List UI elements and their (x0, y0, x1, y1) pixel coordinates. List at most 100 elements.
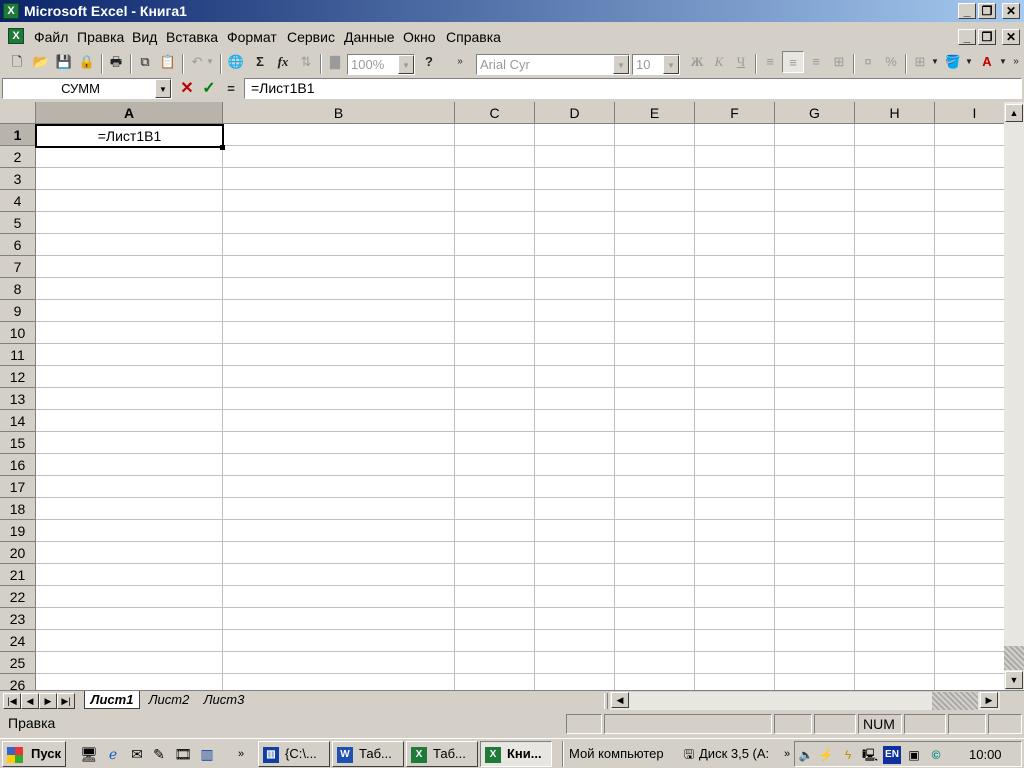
row-header[interactable]: 14 (0, 410, 36, 432)
address-label[interactable]: Мой компьютер (569, 746, 664, 761)
align-right-icon[interactable]: ≡ (805, 51, 827, 73)
doc-minimize-button[interactable]: _ (958, 29, 976, 45)
column-header-G[interactable]: G (775, 102, 855, 124)
chevron-down-icon[interactable]: ▼ (398, 55, 414, 74)
first-sheet-icon[interactable]: |◀ (3, 693, 21, 709)
media-icon[interactable]: 🎞 (174, 745, 192, 763)
chevron-down-icon[interactable]: ▼ (155, 79, 171, 98)
borders-dropdown-icon[interactable]: ▼ (930, 51, 940, 73)
column-header-E[interactable]: E (615, 102, 695, 124)
row-header[interactable]: 19 (0, 520, 36, 542)
outlook-icon[interactable]: ✉ (128, 745, 146, 763)
formula-input[interactable]: =Лист1B1 (244, 78, 1022, 99)
task-explorer[interactable]: ▥ {C:\... (258, 741, 330, 767)
font-combo[interactable]: Arial Cyr ▼ (476, 54, 630, 75)
row-header[interactable]: 25 (0, 652, 36, 674)
excel-app-icon[interactable]: X (3, 3, 19, 19)
bold-icon[interactable]: Ж (686, 51, 708, 73)
menu-data[interactable]: Данные (344, 29, 395, 45)
row-header[interactable]: 24 (0, 630, 36, 652)
borders-icon[interactable]: ⊞ (909, 51, 931, 73)
align-center-icon[interactable]: ≡ (782, 51, 804, 73)
percent-icon[interactable]: % (880, 51, 902, 73)
row-header[interactable]: 20 (0, 542, 36, 564)
menu-window[interactable]: Окно (403, 29, 436, 45)
scroll-left-icon[interactable]: ◀ (611, 692, 629, 708)
save-icon[interactable]: 💾 (53, 51, 75, 73)
row-header[interactable]: 2 (0, 146, 36, 168)
menu-edit[interactable]: Правка (77, 29, 124, 45)
print-icon[interactable]: 🖶 (105, 51, 127, 73)
menu-insert[interactable]: Вставка (166, 29, 218, 45)
channels-icon[interactable]: ✎ (150, 745, 168, 763)
power-icon[interactable]: ϟ (839, 746, 857, 764)
new-file-icon[interactable]: 🗋 (6, 51, 28, 73)
sheet-tab-list2[interactable]: Лист2 (144, 691, 194, 709)
row-header[interactable]: 15 (0, 432, 36, 454)
row-header[interactable]: 18 (0, 498, 36, 520)
prev-sheet-icon[interactable]: ◀ (21, 693, 39, 709)
title-bar[interactable]: X Microsoft Excel - Книга1 _ ❐ ✕ (0, 0, 1024, 22)
task-excel-tables[interactable]: X Таб... (406, 741, 478, 767)
antivirus-icon[interactable]: © (927, 746, 945, 764)
scroll-down-icon[interactable]: ▼ (1005, 671, 1023, 689)
column-header-I[interactable]: I (935, 102, 1015, 124)
cancel-icon[interactable]: ✕ (176, 78, 198, 100)
scheduler-icon[interactable]: ▣ (905, 746, 923, 764)
restore-button[interactable]: ❐ (978, 3, 996, 19)
doc-restore-button[interactable]: ❐ (978, 29, 996, 45)
doc-close-button[interactable]: ✕ (1002, 29, 1020, 45)
row-header[interactable]: 12 (0, 366, 36, 388)
menu-file[interactable]: Файл (34, 29, 68, 45)
task-excel-active[interactable]: X Кни... (480, 741, 552, 767)
close-button[interactable]: ✕ (1002, 3, 1020, 19)
floppy-disk-icon[interactable]: 🖫 (680, 745, 698, 763)
help-icon[interactable]: ? (418, 51, 440, 73)
column-header-H[interactable]: H (855, 102, 935, 124)
open-folder-icon[interactable]: 📂 (30, 51, 52, 73)
notebook-icon[interactable]: ▥ (198, 745, 216, 763)
next-sheet-icon[interactable]: ▶ (39, 693, 57, 709)
row-header[interactable]: 21 (0, 564, 36, 586)
align-left-icon[interactable]: ≡ (759, 51, 781, 73)
menu-view[interactable]: Вид (132, 29, 157, 45)
font-color-icon[interactable]: A (976, 51, 998, 73)
start-button[interactable]: Пуск (2, 741, 66, 767)
row-header[interactable]: 16 (0, 454, 36, 476)
tab-split-handle[interactable] (604, 693, 608, 709)
undo-dropdown-icon[interactable]: ▼ (204, 51, 216, 73)
chevron-down-icon[interactable]: ▼ (613, 55, 629, 74)
italic-icon[interactable]: К (708, 51, 730, 73)
row-header[interactable]: 1 (0, 124, 36, 146)
chart-wizard-icon[interactable]: ▇ (324, 51, 346, 73)
minimize-button[interactable]: _ (958, 3, 976, 19)
function-icon[interactable]: fx (272, 51, 294, 73)
copy-icon[interactable]: ⧉ (134, 51, 156, 73)
row-header[interactable]: 17 (0, 476, 36, 498)
sort-icon[interactable]: ⇅ (295, 51, 317, 73)
task-word[interactable]: W Таб... (332, 741, 404, 767)
sheet-tab-list3[interactable]: Лист3 (199, 691, 249, 709)
row-header[interactable]: 22 (0, 586, 36, 608)
column-header-B[interactable]: B (223, 102, 455, 124)
internet-explorer-icon[interactable]: ℯ (104, 745, 122, 763)
row-header[interactable]: 4 (0, 190, 36, 212)
column-header-A[interactable]: A (36, 102, 223, 124)
disk-label[interactable]: Диск 3,5 (А: (699, 746, 769, 761)
font-size-combo[interactable]: 10 ▼ (632, 54, 680, 75)
last-sheet-icon[interactable]: ▶| (57, 693, 75, 709)
zoom-combo[interactable]: 100% ▼ (347, 54, 415, 75)
row-header[interactable]: 26 (0, 674, 36, 690)
lock-icon[interactable]: 🔒 (76, 51, 98, 73)
edit-formula-button[interactable]: = (220, 78, 242, 100)
network-icon[interactable]: ⚡ (817, 746, 835, 764)
select-all-corner[interactable] (0, 102, 36, 124)
column-header-F[interactable]: F (695, 102, 775, 124)
row-header[interactable]: 8 (0, 278, 36, 300)
row-header[interactable]: 7 (0, 256, 36, 278)
autosum-icon[interactable]: Σ (249, 51, 271, 73)
column-header-C[interactable]: C (455, 102, 535, 124)
clock[interactable]: 10:00 (969, 747, 1002, 762)
font-color-dropdown-icon[interactable]: ▼ (998, 51, 1008, 73)
speaker-icon[interactable]: 🔈 (797, 746, 815, 764)
